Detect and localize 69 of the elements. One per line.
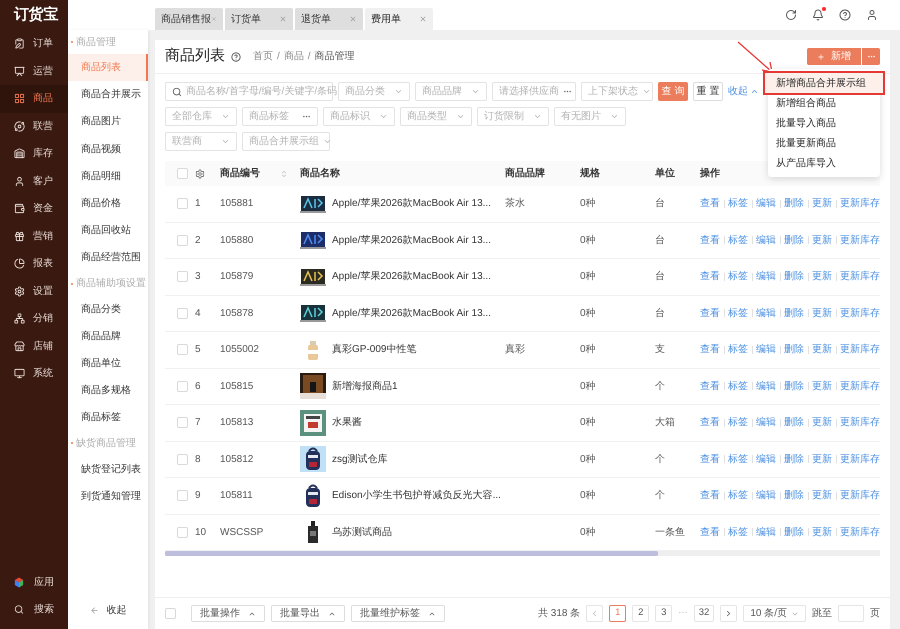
table-cell: 真彩 xyxy=(505,344,525,356)
submenu-heading: 商品辅助项设置 xyxy=(76,276,146,291)
column-header: 商品编号 xyxy=(220,166,260,181)
row-number: 9 xyxy=(195,490,201,502)
table-cell-text: Apple/苹果2026款MacBook Air 13... xyxy=(332,270,491,284)
table-cell: 个 xyxy=(655,380,665,392)
table-cell: 大箱 xyxy=(655,417,675,428)
column-header: 规格 xyxy=(580,168,600,179)
table-cell-text: zsg测试仓库 xyxy=(332,452,388,467)
table-cell: 0种 xyxy=(580,417,596,428)
table-cell: 个 xyxy=(655,490,665,502)
table-cell-text: Apple/苹果2026款MacBook Air 13... xyxy=(332,306,491,321)
row-number: 7 xyxy=(195,417,201,428)
table-cell: 0种 xyxy=(580,526,596,538)
table-cell: WSCSSP xyxy=(220,526,264,538)
row-number: 3 xyxy=(195,271,201,282)
table-cell: 0种 xyxy=(580,490,596,502)
table-cell: 0种 xyxy=(580,271,596,282)
table-cell: 105881 xyxy=(220,198,254,210)
table-cell: 1055002 xyxy=(220,344,259,356)
column-header: 商品品牌 xyxy=(505,168,545,179)
row-number: 5 xyxy=(195,344,201,356)
column-header: 操作 xyxy=(700,168,720,179)
table-cell: 0种 xyxy=(580,198,596,210)
table-cell: 支 xyxy=(655,344,665,356)
page-unit: 页 xyxy=(870,607,880,621)
table-cell: 台 xyxy=(655,234,665,246)
submenu-heading: 缺货商品管理 xyxy=(76,436,136,451)
table-cell: 105879 xyxy=(220,271,254,282)
table-cell-text: Apple/苹果2026款MacBook Air 13... xyxy=(332,196,491,212)
table-cell: 105880 xyxy=(220,234,254,246)
table-cell: 105812 xyxy=(220,454,254,465)
table-cell: 0种 xyxy=(580,344,596,356)
page-title: 商品列表 xyxy=(165,46,225,66)
table-cell-text: 新增海报商品1 xyxy=(332,380,398,394)
table-cell: 0种 xyxy=(580,454,596,465)
table-cell: 105815 xyxy=(220,380,254,392)
table-cell-text: 乌苏测试商品 xyxy=(332,526,392,540)
table-cell: 台 xyxy=(655,198,665,210)
row-number: 1 xyxy=(195,198,201,210)
row-number: 8 xyxy=(195,454,201,465)
table-cell: 105878 xyxy=(220,308,254,319)
column-header: 商品名称 xyxy=(300,168,340,179)
table-cell: 茶水 xyxy=(505,198,525,210)
table-cell: 一条鱼 xyxy=(655,526,685,538)
total-count: 共 318 条 xyxy=(538,606,580,621)
table-cell-text: Apple/苹果2026款MacBook Air 13... xyxy=(332,234,491,248)
submenu-heading: 商品管理 xyxy=(76,36,116,50)
table-cell: 105811 xyxy=(220,490,253,502)
table-cell-text: Edison小学生书包护脊减负反光大容... xyxy=(332,488,501,504)
row-number: 10 xyxy=(195,526,206,538)
row-number: 2 xyxy=(195,234,201,246)
table-cell: 台 xyxy=(655,271,665,282)
logo: 订货宝 xyxy=(14,4,58,25)
table-cell: 0种 xyxy=(580,234,596,246)
table-cell: 0种 xyxy=(580,380,596,392)
table-cell: 个 xyxy=(655,454,665,465)
table-cell: 台 xyxy=(655,308,665,319)
table-cell: 105813 xyxy=(220,417,254,428)
table-cell: 0种 xyxy=(580,308,596,319)
page-ellipsis: ··· xyxy=(678,606,688,620)
column-header: 单位 xyxy=(655,168,675,179)
breadcrumb-separator: / xyxy=(308,50,311,64)
table-cell-text: 水果酱 xyxy=(332,416,362,430)
table-cell-text: 真彩GP-009中性笔 xyxy=(332,342,416,358)
jump-label: 跳至 xyxy=(812,606,832,621)
row-number: 6 xyxy=(195,380,201,392)
row-number: 4 xyxy=(195,308,201,319)
breadcrumb-separator: / xyxy=(277,50,280,64)
